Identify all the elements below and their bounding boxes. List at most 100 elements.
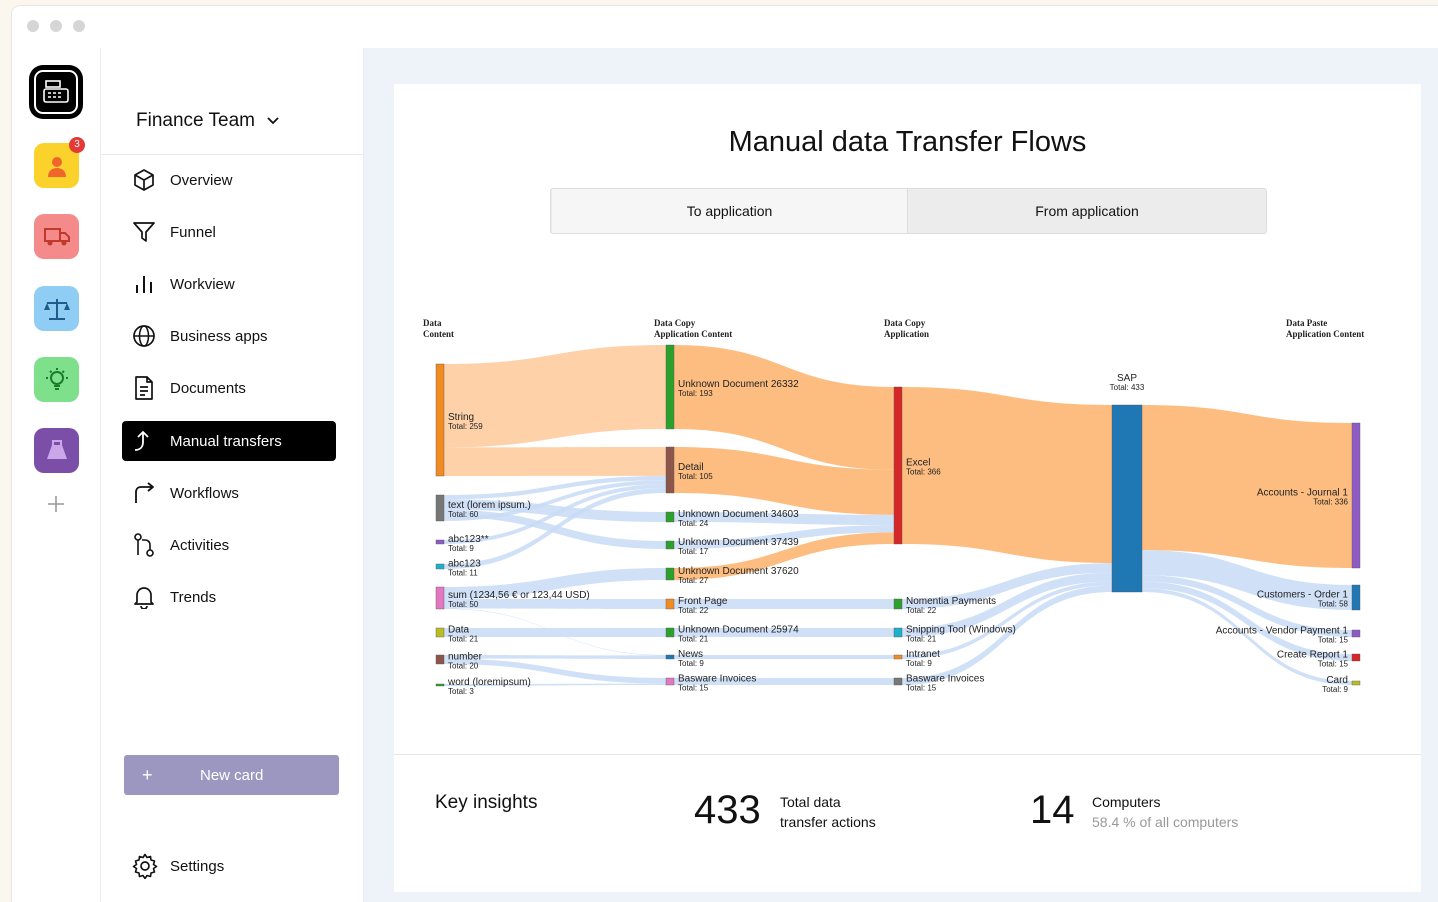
sankey-node[interactable] <box>1111 404 1143 593</box>
new-card-button[interactable]: + New card <box>124 755 339 795</box>
sankey-node[interactable] <box>665 540 675 550</box>
app-bulb-button[interactable] <box>34 357 79 402</box>
redo-arrow-icon <box>132 481 156 505</box>
sankey-node[interactable] <box>893 654 903 660</box>
team-name: Finance Team <box>136 110 255 131</box>
sankey-node[interactable] <box>435 586 445 610</box>
nav-item-business-apps[interactable]: Business apps <box>122 316 336 356</box>
sankey-column-header: Data Paste <box>1286 318 1327 328</box>
sankey-node[interactable] <box>665 677 675 686</box>
sankey-node[interactable] <box>893 677 903 686</box>
sankey-node[interactable] <box>435 363 445 477</box>
sankey-node[interactable] <box>435 563 445 570</box>
sankey-link <box>1142 405 1352 568</box>
sankey-node[interactable] <box>893 627 903 638</box>
sankey-node-total: Total: 15 <box>1318 660 1349 669</box>
sankey-node[interactable] <box>893 386 903 545</box>
sankey-node-total: Total: 11 <box>448 569 478 578</box>
sankey-node[interactable] <box>1351 584 1361 611</box>
settings-button[interactable]: Settings <box>132 853 224 879</box>
logo-cash-register-icon[interactable] <box>31 67 81 117</box>
app-scale-button[interactable] <box>34 286 79 331</box>
sankey-node[interactable] <box>665 654 675 660</box>
sankey-node[interactable] <box>1351 653 1361 662</box>
insights-divider <box>394 754 1421 755</box>
minimize-window-button[interactable] <box>50 20 62 32</box>
nav-item-trends[interactable]: Trends <box>122 577 336 617</box>
app-window: 3 Finance Team Overview Funnel Workview … <box>12 6 1438 902</box>
toggle-to-application[interactable]: To application <box>552 189 908 233</box>
sankey-column-header: Application Content <box>654 329 732 339</box>
title-bar <box>12 6 1438 49</box>
sankey-node-total: Total: 9 <box>448 544 474 553</box>
sankey-node-total: Total: 193 <box>678 389 713 398</box>
lab-icon <box>46 439 67 459</box>
nav-item-documents[interactable]: Documents <box>122 368 336 408</box>
nav-item-manual-transfers[interactable]: Manual transfers <box>122 421 336 461</box>
sankey-node[interactable] <box>665 598 675 610</box>
computers-value: 14 <box>1030 788 1075 832</box>
sankey-node[interactable] <box>1351 629 1361 638</box>
nav-item-funnel[interactable]: Funnel <box>122 212 336 252</box>
bar-chart-icon <box>132 272 156 296</box>
add-app-button[interactable] <box>44 493 68 517</box>
sankey-node[interactable] <box>1351 680 1361 686</box>
nav-label: Trends <box>170 588 217 606</box>
sankey-node[interactable] <box>435 539 445 545</box>
sankey-node-total: Total: 9 <box>678 659 704 668</box>
sankey-node[interactable] <box>665 567 675 581</box>
nav-label: Manual transfers <box>170 432 282 450</box>
sankey-node[interactable] <box>1351 422 1361 569</box>
sankey-column-header: Data <box>423 318 442 328</box>
nav-item-activities[interactable]: Activities <box>122 525 336 565</box>
sankey-node-total: Total: 60 <box>448 510 479 519</box>
sankey-node[interactable] <box>435 627 445 638</box>
sankey-node-total: Total: 58 <box>1318 600 1349 609</box>
app-lab-button[interactable] <box>34 428 79 473</box>
toggle-from-application[interactable]: From application <box>908 189 1266 233</box>
close-window-button[interactable] <box>27 20 39 32</box>
sankey-column-header: Application Content <box>1286 329 1364 339</box>
sankey-node[interactable] <box>665 511 675 523</box>
sankey-node[interactable] <box>435 654 445 665</box>
chevron-down-icon <box>267 117 279 125</box>
total-transfers-line2: transfer actions <box>780 814 876 830</box>
document-icon <box>132 376 156 400</box>
sankey-column-header: Data Copy <box>654 318 696 328</box>
sankey-node[interactable] <box>665 344 675 430</box>
maximize-window-button[interactable] <box>73 20 85 32</box>
gear-icon <box>132 853 158 879</box>
sankey-node[interactable] <box>435 494 445 522</box>
sankey-node-total: Total: 27 <box>678 576 709 585</box>
sankey-node[interactable] <box>665 627 675 638</box>
computers-share: 58.4 % of all computers <box>1092 814 1239 830</box>
sankey-node-total: Total: 433 <box>1110 383 1145 392</box>
sankey-node-total: Total: 15 <box>1318 636 1349 645</box>
sankey-node-total: Total: 9 <box>1322 685 1348 694</box>
globe-icon <box>132 324 156 348</box>
sankey-node-total: Total: 20 <box>448 662 479 671</box>
notification-badge: 3 <box>69 137 85 153</box>
app-truck-button[interactable] <box>34 214 79 259</box>
scale-icon <box>43 298 70 320</box>
sankey-node-total: Total: 21 <box>906 635 937 644</box>
sankey-node-total: Total: 50 <box>448 600 479 609</box>
key-insights-heading: Key insights <box>435 792 538 813</box>
nav-item-workflows[interactable]: Workflows <box>122 473 336 513</box>
sankey-node-total: Total: 9 <box>906 659 932 668</box>
plus-icon <box>48 496 64 512</box>
sankey-node-total: Total: 336 <box>1313 498 1348 507</box>
nav-item-workview[interactable]: Workview <box>122 264 336 304</box>
app-person-button[interactable]: 3 <box>34 137 85 188</box>
sankey-node[interactable] <box>435 683 445 687</box>
sankey-column-header: Data Copy <box>884 318 926 328</box>
sankey-column-header: Application <box>884 329 929 339</box>
computers-label: Computers 58.4 % of all computers <box>1092 792 1238 832</box>
sankey-node-total: Total: 259 <box>448 422 483 431</box>
total-transfers-line1: Total data <box>780 794 841 810</box>
team-selector[interactable]: Finance Team <box>136 110 279 132</box>
sankey-node[interactable] <box>893 598 903 610</box>
sankey-node[interactable] <box>665 446 675 494</box>
nav-item-overview[interactable]: Overview <box>122 160 336 200</box>
sankey-chart: DataContentData CopyApplication ContentD… <box>423 318 1364 696</box>
